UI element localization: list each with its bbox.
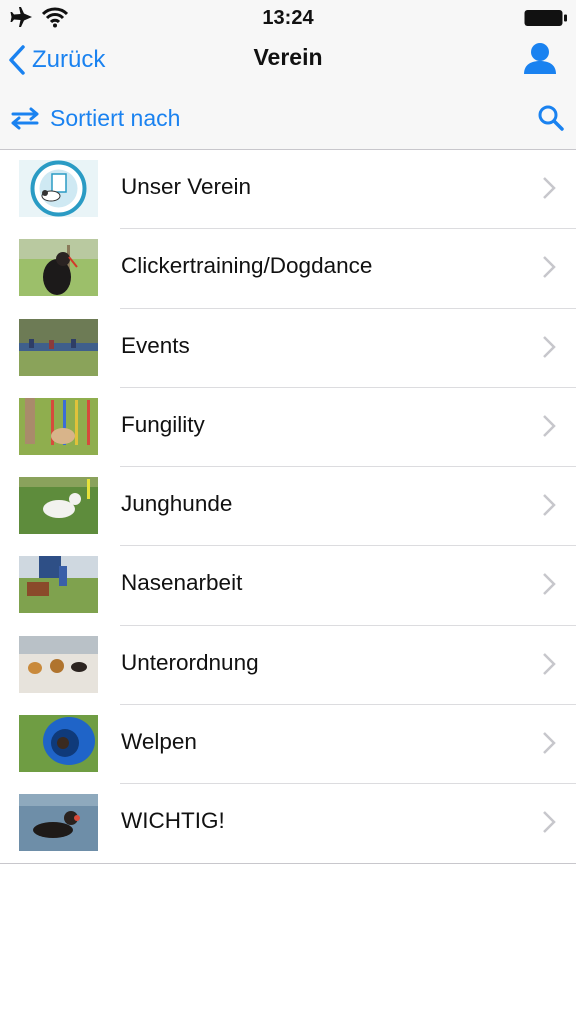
- list-item-label: Clickertraining/Dogdance: [121, 253, 373, 279]
- list-item[interactable]: WICHTIG!: [0, 784, 576, 864]
- chevron-right-icon: [543, 573, 556, 596]
- sort-button[interactable]: Sortiert nach: [10, 98, 180, 138]
- thumbnail: [19, 397, 98, 455]
- battery-icon: [524, 10, 567, 26]
- chevron-right-icon: [543, 415, 556, 437]
- list-item[interactable]: Clickertraining/Dogdance: [0, 229, 576, 309]
- list-item[interactable]: Junghunde: [0, 467, 576, 547]
- sort-arrows-icon: [11, 107, 39, 130]
- status-right: [524, 9, 568, 32]
- thumbnail: [19, 318, 98, 376]
- thumbnail: [19, 239, 98, 297]
- chevron-right-icon: [543, 335, 556, 358]
- list-item-label: WICHTIG!: [121, 808, 225, 834]
- chevron-right-icon: [543, 811, 556, 834]
- chevron-right-icon: [543, 256, 556, 279]
- toolbar: Sortiert nach: [0, 86, 576, 150]
- navigation-bar: Zurück Verein: [0, 36, 576, 86]
- thumbnail: [19, 477, 98, 535]
- page-title: Verein: [253, 44, 323, 70]
- sort-label: Sortiert nach: [50, 104, 181, 131]
- list-item[interactable]: Events: [0, 309, 576, 389]
- status-bar: 13:24: [0, 0, 576, 36]
- list-item[interactable]: Nasenarbeit: [0, 546, 576, 627]
- thumbnail: [19, 556, 98, 614]
- status-time: 13:24: [262, 7, 314, 29]
- list-item-label: Unser Verein: [121, 174, 252, 199]
- list-item[interactable]: Fungility: [0, 388, 576, 468]
- list-item[interactable]: Welpen: [0, 705, 576, 785]
- list-item-label: Events: [121, 332, 190, 358]
- thumbnail: [19, 715, 98, 773]
- chevron-right-icon: [543, 732, 556, 754]
- list-item-label: Junghunde: [121, 491, 233, 517]
- list-item-label: Nasenarbeit: [121, 570, 243, 596]
- search-icon[interactable]: [536, 103, 566, 133]
- list-item-label: Welpen: [121, 729, 197, 755]
- category-list: Unser Verein Clickertraining/Dogdance Ev…: [0, 150, 576, 864]
- chevron-right-icon: [543, 177, 556, 199]
- list-item[interactable]: Unterordnung: [0, 626, 576, 706]
- person-icon[interactable]: [522, 40, 558, 80]
- thumbnail: [19, 160, 98, 217]
- thumbnail: [19, 794, 98, 852]
- list-item-label: Unterordnung: [121, 649, 259, 675]
- chevron-right-icon: [543, 652, 556, 675]
- chevron-right-icon: [543, 494, 556, 517]
- list-item-label: Fungility: [121, 411, 205, 437]
- thumbnail: [19, 635, 98, 693]
- list-item[interactable]: Unser Verein: [0, 150, 576, 230]
